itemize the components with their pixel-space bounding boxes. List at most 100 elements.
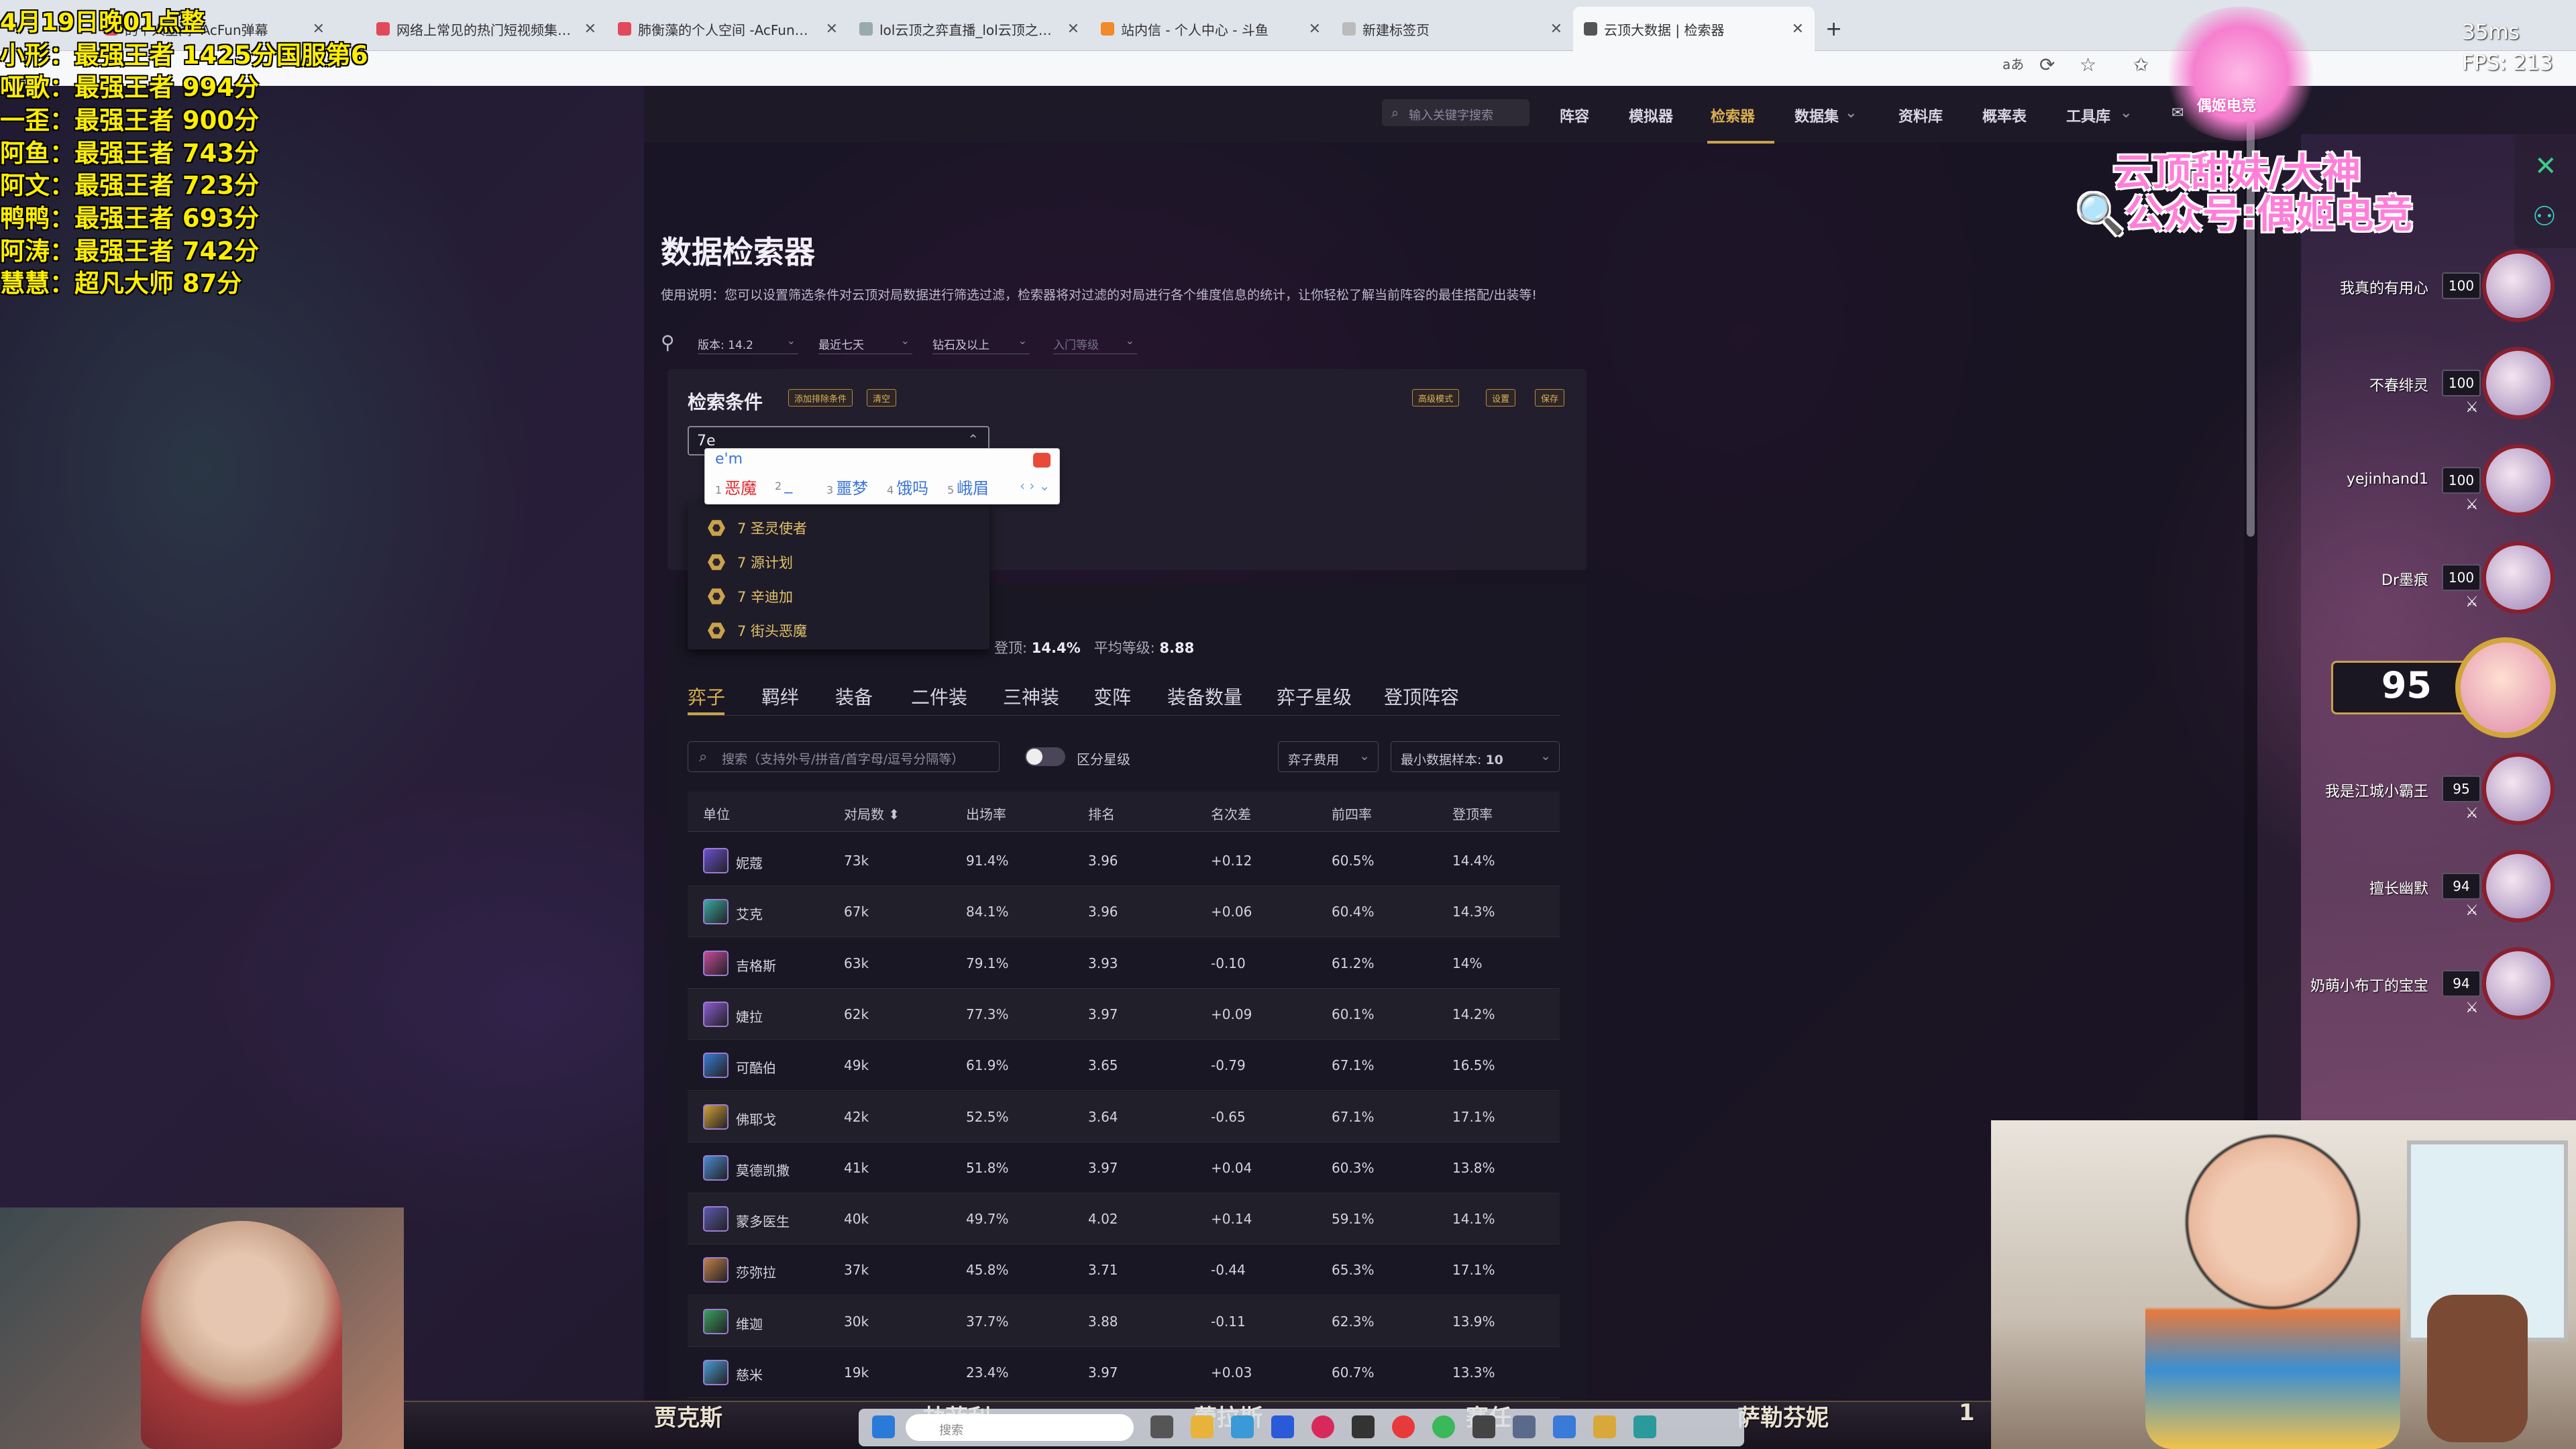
add-exclude-button[interactable]: 添加排除条件 [788,389,853,407]
col-pick-rate[interactable]: 出场率 [966,804,1006,823]
tab-items[interactable]: 装备 [835,683,873,710]
read-aloud-icon[interactable]: aあ [2002,54,2024,73]
tab-pivot[interactable]: 变阵 [1093,683,1131,710]
tab-traits[interactable]: 羁绊 [761,683,799,710]
close-tab-icon[interactable]: ✕ [1067,21,1079,38]
scoreboard-player-avatar[interactable] [2482,444,2555,517]
close-tab-icon[interactable]: ✕ [1792,21,1804,38]
table-row[interactable] [688,1296,1560,1347]
level-filter[interactable]: 入门等级 ⌄ [1053,330,1137,354]
new-tab-button[interactable]: + [1815,7,1855,51]
table-row[interactable] [688,886,1560,938]
shop-unit-name[interactable]: 萨勒芬妮 [1737,1399,1829,1432]
table-row[interactable] [688,835,1560,886]
ime-candidate[interactable]: 5 峨眉 [947,475,989,498]
taskbar-app-icon[interactable] [1150,1415,1173,1438]
site-search-input[interactable]: ⌕ 输入关键字搜索 [1382,99,1529,126]
scoreboard-player-avatar[interactable] [2482,250,2555,322]
table-row[interactable] [688,1244,1560,1296]
taskbar-search[interactable]: 搜索 [906,1414,1134,1441]
table-row[interactable] [688,1142,1560,1193]
browser-tab[interactable]: 站内信 - 个人中心 - 斗鱼 ✕ [1090,7,1332,51]
swords-icon[interactable]: ✕ [2534,151,2557,182]
tab-unit-stars[interactable]: 弈子星级 [1277,683,1352,710]
dropdown-option[interactable]: 7 街头恶魔 [708,621,807,641]
taskbar-app-icon[interactable] [1553,1415,1576,1438]
min-sample-select[interactable]: 最小数据样本: 10 ⌄ [1391,741,1560,772]
close-tab-icon[interactable]: ✕ [1309,21,1321,38]
scoreboard-player-avatar[interactable] [2482,541,2555,614]
refresh-icon[interactable]: ⟳ [2039,54,2055,76]
nav-probability[interactable]: 概率表 [1982,105,2027,126]
ime-candidate[interactable]: 2 _ [775,475,792,494]
table-row[interactable] [688,938,1560,989]
table-row[interactable] [688,1091,1560,1142]
nav-lineup[interactable]: 阵容 [1560,105,1589,126]
browser-tab-active[interactable]: 云顶大数据 | 检索器 ✕ [1573,7,1815,51]
taskbar-app-icon[interactable] [1392,1415,1415,1438]
nav-dataset[interactable]: 数据集 [1794,105,1839,126]
close-tab-icon[interactable]: ✕ [826,21,838,38]
table-row[interactable] [688,1347,1560,1398]
nav-tools[interactable]: 工具库 [2066,105,2110,126]
people-icon[interactable]: ⚇ [2532,201,2557,232]
close-tab-icon[interactable]: ✕ [584,21,596,38]
settings-button[interactable]: 设置 [1486,389,1516,407]
tab-item-count[interactable]: 装备数量 [1167,683,1242,710]
favorites-icon[interactable]: ✩ [2133,54,2149,76]
tab-two-items[interactable]: 二件装 [911,683,967,710]
version-filter[interactable]: 版本: 14.2 ⌄ [698,330,798,354]
taskbar-app-icon[interactable] [1271,1415,1294,1438]
taskbar-app-icon[interactable] [1633,1415,1656,1438]
table-row[interactable] [688,989,1560,1040]
browser-tab[interactable]: lol云顶之弈直播_lol云顶之弈直播 ✕ [849,7,1090,51]
taskbar-app-icon[interactable] [1231,1415,1254,1438]
clear-button[interactable]: 清空 [867,389,897,407]
scoreboard-player-avatar[interactable] [2482,753,2555,825]
taskbar-app-icon[interactable] [1352,1415,1375,1438]
close-tab-icon[interactable]: ✕ [1550,21,1562,38]
tier-filter[interactable]: 钻石及以上 ⌄ [932,330,1030,354]
col-win-rate[interactable]: 登顶率 [1452,804,1493,823]
dropdown-option[interactable]: 7 源计划 [708,552,793,572]
save-button[interactable]: 保存 [1535,389,1565,407]
tab-three-items[interactable]: 三神装 [1003,683,1059,710]
col-unit[interactable]: 单位 [703,804,730,823]
col-rank-diff[interactable]: 名次差 [1211,804,1251,823]
taskbar-app-icon[interactable] [1593,1415,1616,1438]
ime-candidate[interactable]: 3 噩梦 [826,475,868,498]
nav-searcher[interactable]: 检索器 [1711,105,1755,126]
dropdown-option[interactable]: 7 辛迪加 [708,586,793,606]
tab-top-comps[interactable]: 登顶阵容 [1384,683,1459,710]
col-avg-rank[interactable]: 排名 [1088,804,1115,823]
tab-units[interactable]: 弈子 [688,683,725,710]
browser-tab[interactable]: 网络上常见的热门短视频集锦 暴 ✕ [366,7,607,51]
star-icon[interactable]: ☆ [2080,54,2096,76]
ime-page-arrows[interactable]: ‹ › ⌄ [1020,478,1050,494]
taskbar-app-icon[interactable] [1432,1415,1455,1438]
advanced-mode-button[interactable]: 高级模式 [1412,389,1460,407]
taskbar-app-icon[interactable] [1311,1415,1334,1438]
start-icon[interactable] [872,1415,895,1438]
table-row[interactable] [688,1040,1560,1091]
taskbar-app-icon[interactable] [1513,1415,1536,1438]
scoreboard-player-avatar[interactable] [2482,850,2555,922]
col-top4-rate[interactable]: 前四率 [1332,804,1372,823]
dropdown-option[interactable]: 7 圣灵使者 [708,518,807,538]
scoreboard-player-avatar[interactable] [2482,347,2555,419]
browser-tab[interactable]: 新建标签页 ✕ [1332,7,1573,51]
shop-unit-name[interactable]: 贾克斯 [654,1399,722,1432]
unit-search-input[interactable]: ⌕ 搜索（支持外号/拼音/首字母/逗号分隔等） [688,741,1000,772]
ime-candidate[interactable]: 4 饿吗 [887,475,928,498]
time-filter[interactable]: 最近七天 ⌄ [818,330,912,354]
taskbar-app-icon[interactable] [1472,1415,1495,1438]
browser-tab[interactable]: 肺衡藻的个人空间 -AcFun弹幕视 ✕ [607,7,849,51]
scoreboard-player-avatar[interactable] [2482,947,2555,1020]
nav-library[interactable]: 资料库 [1898,105,1943,126]
cost-select[interactable]: 弈子费用 ⌄ [1278,741,1379,772]
nav-simulator[interactable]: 模拟器 [1629,105,1673,126]
table-row[interactable] [688,1193,1560,1245]
ime-candidate[interactable]: 1 恶魔 [715,475,757,498]
taskbar-app-icon[interactable] [1191,1415,1214,1438]
col-games[interactable]: 对局数 ⬍ [844,804,900,823]
